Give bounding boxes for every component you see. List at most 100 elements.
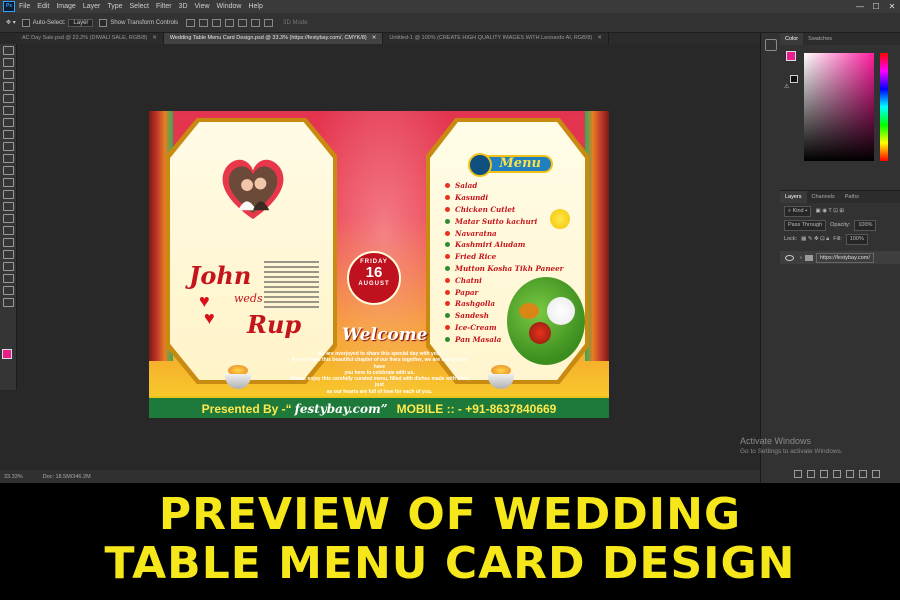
- maximize-button[interactable]: ☐: [868, 0, 884, 13]
- menu-help[interactable]: Help: [248, 3, 262, 10]
- tab-color[interactable]: Color: [780, 33, 804, 45]
- dodge-icon[interactable]: [2, 214, 14, 223]
- menu-type[interactable]: Type: [107, 3, 122, 10]
- pen-icon[interactable]: [2, 226, 14, 235]
- fx-icon[interactable]: [807, 470, 815, 478]
- menu-filter[interactable]: Filter: [156, 3, 172, 10]
- minimize-button[interactable]: —: [852, 0, 868, 13]
- tab-paths[interactable]: Paths: [840, 191, 864, 203]
- expand-arrow-icon[interactable]: ›: [800, 255, 802, 261]
- color-picker-field[interactable]: [804, 53, 874, 161]
- lock-icons[interactable]: ▦ ✎ ✥ ⊡ 🔒︎: [801, 236, 829, 243]
- zoom-level[interactable]: 33.33%: [4, 474, 23, 480]
- close-tab-icon[interactable]: ✕: [372, 35, 377, 41]
- status-bar: 33.33% Doc: 18.5M/346.2M: [0, 470, 760, 483]
- foreground-color-swatch[interactable]: [2, 349, 12, 359]
- align-hcenter-icon[interactable]: [238, 18, 248, 27]
- groom-name: John: [189, 261, 252, 290]
- layer-row[interactable]: › https://festybay.com/: [780, 251, 900, 264]
- tab-untitled-1[interactable]: Untitled-1 @ 100% (CREATE HIGH QUALITY I…: [383, 33, 609, 44]
- filter-icons[interactable]: ▣ ◉ T ⊡ ⊞: [815, 208, 844, 214]
- foreground-color-swatch[interactable]: [786, 51, 796, 61]
- history-brush-icon[interactable]: [2, 166, 14, 175]
- frame-icon[interactable]: [2, 106, 14, 115]
- hearts-icon: ♥ ♥: [199, 291, 215, 328]
- tab-ac-day-sale[interactable]: AC Day Sale.psd @ 22.2% (DIWALI SALE, RG…: [16, 33, 164, 44]
- bullet-icon: [445, 289, 450, 295]
- align-bottom-icon[interactable]: [212, 18, 222, 27]
- zoom-icon[interactable]: [2, 286, 14, 295]
- healing-brush-icon[interactable]: [2, 130, 14, 139]
- align-vcenter-icon[interactable]: [199, 18, 209, 27]
- magic-wand-icon[interactable]: [2, 82, 14, 91]
- gradient-icon[interactable]: [2, 190, 14, 199]
- link-layers-icon[interactable]: [794, 470, 802, 478]
- show-transform-checkbox[interactable]: [99, 18, 108, 27]
- auto-select-checkbox[interactable]: [21, 18, 30, 27]
- more-tools-icon[interactable]: [2, 298, 14, 307]
- hand-icon[interactable]: [2, 274, 14, 283]
- blur-icon[interactable]: [2, 202, 14, 211]
- window-controls: — ☐ ✕: [852, 0, 900, 13]
- tab-layers[interactable]: Layers: [780, 191, 807, 203]
- photoshop-window: Ps File Edit Image Layer Type Select Fil…: [0, 0, 900, 483]
- marquee-icon[interactable]: [2, 58, 14, 67]
- blend-mode-dropdown[interactable]: Pass Through: [784, 219, 827, 231]
- rectangle-icon[interactable]: [2, 262, 14, 271]
- crop-icon[interactable]: [2, 94, 14, 103]
- align-left-icon[interactable]: [225, 18, 235, 27]
- auto-select-dropdown[interactable]: Layer: [68, 18, 94, 27]
- menu-window[interactable]: Window: [217, 3, 242, 10]
- right-panels: Color Swatches ⚠ Layers Channels Paths ⌕…: [780, 33, 900, 483]
- add-mask-icon[interactable]: [820, 470, 828, 478]
- eraser-icon[interactable]: [2, 178, 14, 187]
- photoshop-logo-icon: Ps: [3, 1, 15, 12]
- 3d-mode-label: 3D Mode:: [283, 19, 310, 26]
- layer-buttons: [794, 470, 880, 478]
- close-button[interactable]: ✕: [884, 0, 900, 13]
- kind-filter-dropdown[interactable]: ⌕ Kind ▾: [784, 205, 812, 217]
- new-group-icon[interactable]: [846, 470, 854, 478]
- bullet-icon: [445, 206, 450, 212]
- hue-slider[interactable]: [880, 53, 888, 161]
- align-top-icon[interactable]: [186, 18, 196, 27]
- menu-3d[interactable]: 3D: [179, 3, 188, 10]
- type-icon[interactable]: [2, 238, 14, 247]
- trash-icon[interactable]: [872, 470, 880, 478]
- eyedropper-icon[interactable]: [2, 118, 14, 127]
- move-icon[interactable]: [2, 46, 14, 55]
- brush-icon[interactable]: [2, 142, 14, 151]
- clone-stamp-icon[interactable]: [2, 154, 14, 163]
- menu-edit[interactable]: Edit: [37, 3, 49, 10]
- 3d-panel-icon[interactable]: [764, 39, 777, 51]
- background-color-swatch[interactable]: [790, 75, 798, 83]
- bullet-icon: [445, 301, 450, 307]
- distribute-icon[interactable]: [264, 18, 274, 27]
- layer-name[interactable]: https://festybay.com/: [815, 252, 874, 263]
- menu-view[interactable]: View: [195, 3, 210, 10]
- menu-file[interactable]: File: [19, 3, 30, 10]
- move-tool-icon[interactable]: ✥ ▾: [6, 19, 16, 26]
- close-tab-icon[interactable]: ✕: [152, 35, 157, 41]
- menu-card-document[interactable]: John ♥ ♥ weds Rup FRIDAY 16 AUGUST Welco…: [149, 111, 609, 418]
- tab-channels[interactable]: Channels: [807, 191, 840, 203]
- layers-panel-tabs: Layers Channels Paths: [780, 191, 900, 203]
- menu-image[interactable]: Image: [56, 3, 75, 10]
- color-panel-tabs: Color Swatches: [780, 33, 900, 45]
- opacity-input[interactable]: 100%: [854, 219, 877, 231]
- tab-swatches[interactable]: Swatches: [803, 33, 837, 45]
- menu-select[interactable]: Select: [130, 3, 149, 10]
- adjustment-icon[interactable]: [833, 470, 841, 478]
- lasso-icon[interactable]: [2, 70, 14, 79]
- new-layer-icon[interactable]: [859, 470, 867, 478]
- path-select-icon[interactable]: [2, 250, 14, 259]
- close-tab-icon[interactable]: ✕: [597, 35, 602, 41]
- visibility-eye-icon[interactable]: [785, 254, 794, 261]
- date-badge: FRIDAY 16 AUGUST: [347, 251, 401, 305]
- align-right-icon[interactable]: [251, 18, 261, 27]
- tab-wedding-menu[interactable]: Wedding Table Menu Card Design.psd @ 33.…: [163, 33, 384, 44]
- fill-input[interactable]: 100%: [845, 233, 868, 245]
- tools-panel: [0, 44, 17, 390]
- menu-layer[interactable]: Layer: [83, 3, 101, 10]
- gamut-warning-icon[interactable]: ⚠: [784, 83, 789, 90]
